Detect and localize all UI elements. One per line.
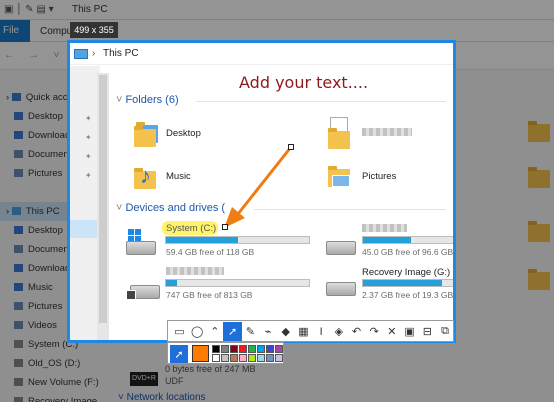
arrow-start-handle[interactable] — [288, 144, 294, 150]
eraser-icon[interactable]: ◈ — [329, 322, 348, 341]
section-divider — [254, 209, 446, 210]
pin-icon: ✦ — [85, 114, 92, 123]
devices-header-label: Devices and drives ( — [125, 202, 226, 214]
line-icon[interactable]: ⌃ — [205, 322, 224, 341]
text-icon[interactable]: I — [312, 322, 331, 341]
picture-thumbnail-icon — [332, 175, 350, 187]
chevron-right-icon: › — [92, 48, 96, 59]
color-swatch[interactable] — [266, 354, 274, 362]
rectangle-icon[interactable]: ▭ — [170, 322, 189, 341]
color-swatch[interactable] — [212, 354, 220, 362]
breadcrumb[interactable]: This PC — [103, 48, 139, 59]
copy-icon[interactable]: ⧉ — [436, 322, 455, 341]
folder-icon — [328, 128, 350, 149]
fill-icon[interactable]: ◆ — [276, 322, 295, 341]
sidebar-selected-row — [70, 220, 100, 238]
drive-icon — [126, 241, 156, 255]
drive-free-space: 59.4 GB free of 118 GB — [166, 247, 255, 257]
scrollbar-thumb[interactable] — [99, 75, 107, 323]
color-swatch[interactable] — [230, 354, 238, 362]
drive-usage-fill — [166, 237, 238, 243]
arrow-icon[interactable]: ➚ — [223, 322, 243, 341]
save-icon[interactable]: ▣ — [400, 322, 419, 341]
drive-free-space: 45.0 GB free of 96.6 GB — [362, 247, 454, 257]
cancel-icon[interactable]: ✕ — [382, 322, 401, 341]
color-swatch[interactable] — [248, 345, 256, 353]
blurred-label — [362, 224, 407, 232]
folder-label[interactable]: Music — [166, 171, 191, 182]
undo-icon[interactable]: ↶ — [347, 322, 366, 341]
color-swatch[interactable] — [257, 354, 265, 362]
folders-section-header[interactable]: ˅ Folders (6) — [116, 94, 446, 106]
current-color-swatch[interactable] — [192, 345, 209, 362]
chevron-down-icon: ˅ — [116, 202, 123, 214]
network-drive-icon — [126, 290, 136, 300]
annotation-text[interactable]: Add your text.... — [239, 73, 368, 92]
pin-icon: ✦ — [85, 171, 92, 180]
color-swatch[interactable] — [266, 345, 274, 353]
folder-icon — [134, 126, 156, 147]
annotation-toolbar: ▭ ◯ ⌃ ➚ ✎ ⌁ ◆ ▦ I ◈ ↶ ↷ ✕ ▣ ⊟ ⧉ — [167, 320, 454, 342]
scrollbar[interactable] — [97, 73, 109, 340]
music-note-icon: ♪ — [140, 163, 151, 188]
color-swatch[interactable] — [275, 354, 283, 362]
drive-usage-fill — [363, 237, 411, 243]
devices-section-header[interactable]: ˅ Devices and drives ( — [116, 202, 446, 214]
marker-icon[interactable]: ⌁ — [259, 322, 278, 341]
selection-size-badge: 499 x 355 — [70, 22, 118, 38]
color-swatch[interactable] — [275, 345, 283, 353]
drive-usage-bar — [165, 279, 310, 287]
color-swatch[interactable] — [239, 354, 247, 362]
redo-icon[interactable]: ↷ — [365, 322, 384, 341]
drive-usage-bar — [165, 236, 310, 244]
drive-usage-bar — [362, 236, 453, 244]
pin-icon: ✦ — [85, 133, 92, 142]
address-bar[interactable]: › This PC — [70, 43, 453, 65]
drive-name[interactable]: Recovery Image (G:) — [362, 267, 450, 278]
pin-icon[interactable]: ⊟ — [418, 322, 437, 341]
ellipse-icon[interactable]: ◯ — [188, 322, 207, 341]
drive-icon — [326, 282, 356, 296]
color-swatch[interactable] — [239, 345, 247, 353]
drive-usage-fill — [363, 280, 443, 286]
color-swatch[interactable] — [221, 354, 229, 362]
drive-usage-bar — [362, 279, 453, 287]
drive-usage-fill — [166, 280, 178, 286]
mosaic-icon[interactable]: ▦ — [294, 322, 313, 341]
color-swatch[interactable] — [212, 345, 220, 353]
color-swatch[interactable] — [230, 345, 238, 353]
folder-label[interactable]: Desktop — [166, 128, 201, 139]
drive-free-space: 2.37 GB free of 19.3 GB — [362, 290, 454, 300]
drive-name[interactable]: System (C:) — [166, 223, 216, 234]
sidebar-fragment: ✦ ✦ ✦ ✦ — [70, 66, 100, 340]
section-divider — [196, 101, 446, 102]
arrow-icon[interactable]: ➚ — [170, 345, 188, 363]
chevron-down-icon: ˅ — [116, 94, 123, 106]
this-pc-icon — [74, 49, 88, 59]
pin-icon: ✦ — [85, 152, 92, 161]
blurred-label — [362, 128, 412, 136]
arrow-end-handle[interactable] — [222, 224, 228, 230]
drive-icon — [326, 241, 356, 255]
blurred-label — [166, 267, 224, 275]
color-swatch[interactable] — [248, 354, 256, 362]
folder-label[interactable]: Pictures — [362, 171, 396, 182]
folders-header-label: Folders (6) — [125, 94, 179, 106]
drive-free-space: 747 GB free of 813 GB — [166, 290, 253, 300]
sidebar-strip — [70, 66, 100, 340]
color-swatch[interactable] — [221, 345, 229, 353]
color-palette: ➚ — [167, 342, 284, 364]
color-swatch[interactable] — [257, 345, 265, 353]
pen-icon[interactable]: ✎ — [241, 322, 260, 341]
